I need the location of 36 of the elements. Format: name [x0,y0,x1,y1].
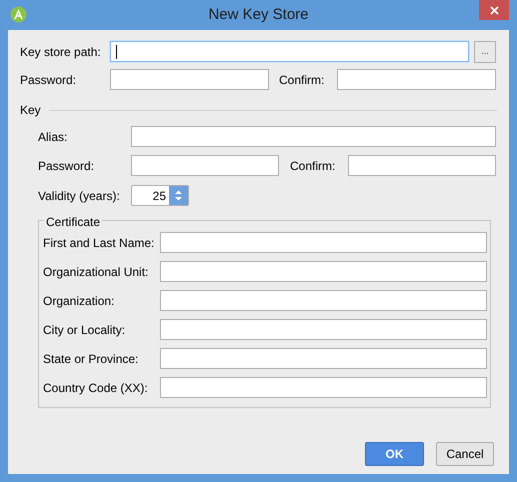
close-icon [490,6,498,14]
input-field[interactable] [110,69,269,90]
field-label: Password: [38,158,96,174]
field-label: Key [20,102,41,119]
input-field[interactable] [160,290,487,311]
window-title: New Key Store [208,4,309,25]
field-label: Key store path: [20,44,102,60]
close-button[interactable] [479,0,509,20]
field-label: Password: [20,72,78,88]
cancel-button[interactable]: Cancel [436,442,494,466]
input-field[interactable] [160,319,487,340]
input-field[interactable] [110,41,469,62]
text-cursor [116,44,117,58]
field-label: Confirm: [279,72,326,88]
number-spinner[interactable]: 25 [131,185,189,206]
field-label: Country Code (XX): [43,380,149,396]
field-label: Confirm: [290,158,336,174]
input-field[interactable] [160,377,487,398]
input-field[interactable] [131,126,496,147]
browse-button[interactable]: ... [474,40,496,62]
input-field[interactable] [131,155,279,176]
spinner-arrows-icon[interactable] [169,186,188,205]
input-field[interactable] [160,261,487,282]
field-label: Organizational Unit: [43,264,150,280]
field-label: City or Locality: [43,322,126,338]
field-label: Organization: [43,292,116,310]
input-field[interactable] [160,348,487,369]
field-label: State or Province: [43,350,140,368]
field-label: First and Last Name: [43,234,156,252]
spinner-value: 25 [152,188,167,204]
field-label: Validity (years): [38,188,121,204]
input-field[interactable] [160,232,487,253]
input-field[interactable] [348,155,496,176]
android-icon [10,6,27,23]
input-field[interactable] [337,69,496,90]
field-label: Alias: [38,128,68,146]
